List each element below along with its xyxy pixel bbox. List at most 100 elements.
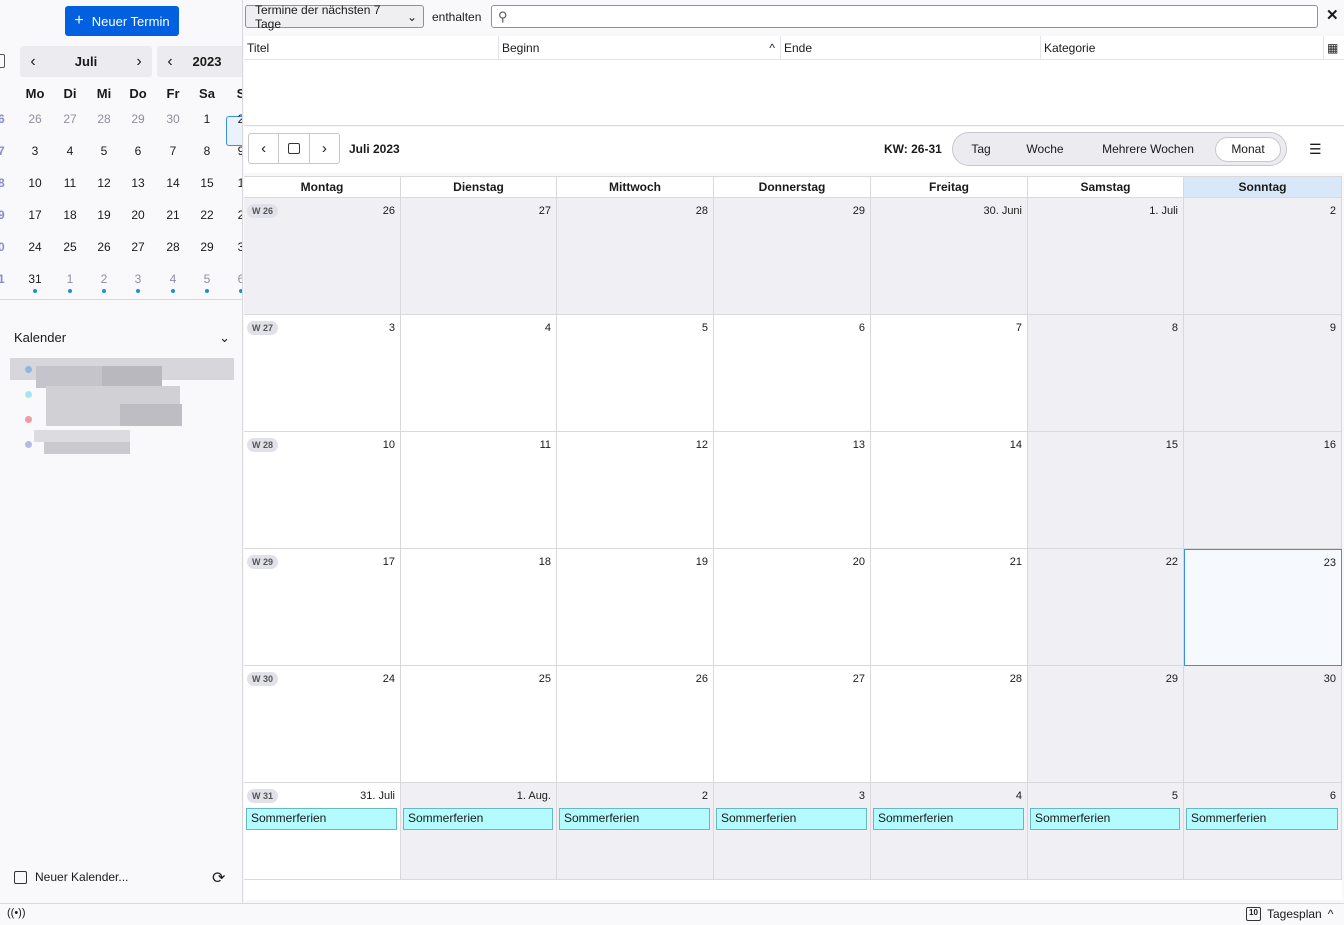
day-cell[interactable]: 21: [871, 549, 1028, 666]
close-icon[interactable]: ✕: [1326, 6, 1339, 24]
column-end[interactable]: Ende: [781, 36, 1041, 60]
day-cell[interactable]: 19: [557, 549, 714, 666]
day-cell[interactable]: 27: [714, 666, 871, 783]
day-cell[interactable]: 8: [1028, 315, 1184, 432]
day-cell[interactable]: 22: [1028, 549, 1184, 666]
event-item[interactable]: Sommerferien: [1186, 808, 1338, 830]
mini-day[interactable]: 27: [121, 240, 155, 254]
next-arrow-icon[interactable]: ›: [308, 134, 339, 163]
new-calendar-button[interactable]: Neuer Kalender...: [14, 870, 128, 884]
mini-day[interactable]: 5: [87, 144, 121, 158]
mini-day[interactable]: 14: [156, 176, 190, 190]
mini-day[interactable]: 13: [121, 176, 155, 190]
today-pane-toggle[interactable]: 10 Tagesplan ^: [1246, 907, 1333, 921]
mini-day[interactable]: 8: [190, 144, 224, 158]
tab-day[interactable]: Tag: [957, 137, 1005, 162]
mini-week-number[interactable]: 6: [0, 112, 8, 126]
day-cell[interactable]: 5: [557, 315, 714, 432]
column-start[interactable]: Beginn ^: [499, 36, 781, 60]
day-cell[interactable]: 20: [714, 549, 871, 666]
day-cell[interactable]: 3 Sommerferien: [714, 783, 871, 880]
mini-day[interactable]: 2: [87, 272, 121, 293]
mini-day[interactable]: 27: [53, 112, 87, 126]
column-category[interactable]: Kategorie: [1041, 36, 1324, 60]
week-number-badge[interactable]: W 29: [247, 555, 279, 569]
event-item[interactable]: Sommerferien: [716, 808, 867, 830]
next-month-arrow-icon[interactable]: ›: [126, 53, 152, 71]
day-cell[interactable]: W 28 10: [244, 432, 401, 549]
mini-day[interactable]: 5: [190, 272, 224, 293]
mini-day[interactable]: 7: [156, 144, 190, 158]
tab-month[interactable]: Monat: [1215, 137, 1281, 162]
event-item[interactable]: Sommerferien: [403, 808, 553, 830]
mini-day[interactable]: 20: [121, 208, 155, 222]
day-cell[interactable]: 6 Sommerferien: [1184, 783, 1342, 880]
mini-day[interactable]: 26: [18, 112, 52, 126]
mini-day[interactable]: 9: [224, 144, 242, 158]
week-number-badge[interactable]: W 28: [247, 438, 279, 452]
previous-arrow-icon[interactable]: ‹: [249, 134, 278, 163]
day-cell[interactable]: 11: [401, 432, 557, 549]
tab-week[interactable]: Woche: [1013, 137, 1077, 162]
day-cell[interactable]: W 27 3: [244, 315, 401, 432]
mini-day[interactable]: 12: [87, 176, 121, 190]
column-picker-icon[interactable]: ▦: [1324, 36, 1344, 60]
column-title[interactable]: Titel: [244, 36, 499, 60]
day-cell[interactable]: W 26 26: [244, 198, 401, 315]
mini-day[interactable]: 1: [190, 112, 224, 126]
mini-day[interactable]: 17: [18, 208, 52, 222]
mini-week-number[interactable]: 8: [0, 176, 8, 190]
mini-day[interactable]: 4: [156, 272, 190, 293]
calendars-section-header[interactable]: Kalender ⌄: [14, 330, 230, 346]
mini-day[interactable]: 3: [18, 144, 52, 158]
tab-multiweek[interactable]: Mehrere Wochen: [1089, 137, 1207, 162]
mini-week-number[interactable]: 0: [0, 240, 8, 254]
day-cell[interactable]: W 29 17: [244, 549, 401, 666]
day-cell[interactable]: 4: [401, 315, 557, 432]
mini-day[interactable]: 21: [156, 208, 190, 222]
week-number-badge[interactable]: W 31: [247, 789, 279, 803]
day-cell[interactable]: 7: [871, 315, 1028, 432]
mini-day[interactable]: 24: [18, 240, 52, 254]
week-number-badge[interactable]: W 30: [247, 672, 279, 686]
day-cell[interactable]: 1. Aug. Sommerferien: [401, 783, 557, 880]
mini-day[interactable]: 30: [156, 112, 190, 126]
mini-day[interactable]: 25: [53, 240, 87, 254]
mini-day[interactable]: 2: [224, 208, 242, 222]
mini-day[interactable]: 11: [53, 176, 87, 190]
view-options-icon[interactable]: ☰: [1309, 141, 1322, 158]
day-cell[interactable]: 6: [714, 315, 871, 432]
day-cell[interactable]: 16: [1184, 432, 1342, 549]
mini-day[interactable]: 19: [87, 208, 121, 222]
sync-icon[interactable]: ⟳: [212, 868, 225, 888]
mini-day[interactable]: 29: [190, 240, 224, 254]
mini-day[interactable]: 1: [53, 272, 87, 293]
day-cell[interactable]: 2 Sommerferien: [557, 783, 714, 880]
chevron-down-icon[interactable]: ⌄: [219, 330, 230, 346]
mini-week-number[interactable]: 1: [0, 272, 8, 286]
day-cell[interactable]: 30. Juni: [871, 198, 1028, 315]
day-cell[interactable]: 29: [1028, 666, 1184, 783]
event-item[interactable]: Sommerferien: [873, 808, 1024, 830]
mini-day[interactable]: 15: [190, 176, 224, 190]
day-cell[interactable]: 25: [401, 666, 557, 783]
day-cell[interactable]: 4 Sommerferien: [871, 783, 1028, 880]
mini-day[interactable]: 4: [53, 144, 87, 158]
prev-year-arrow-icon[interactable]: ‹: [157, 53, 183, 71]
day-cell-today[interactable]: 23: [1184, 549, 1342, 666]
day-cell[interactable]: 1. Juli: [1028, 198, 1184, 315]
mini-day[interactable]: 6: [224, 272, 242, 293]
online-status-icon[interactable]: ((•)): [7, 907, 26, 919]
day-cell[interactable]: W 30 24: [244, 666, 401, 783]
week-number-badge[interactable]: W 26: [247, 204, 279, 218]
day-cell[interactable]: 13: [714, 432, 871, 549]
day-cell[interactable]: 9: [1184, 315, 1342, 432]
mini-day[interactable]: 28: [87, 112, 121, 126]
day-cell[interactable]: 15: [1028, 432, 1184, 549]
event-filter-select[interactable]: Termine der nächsten 7 Tage ⌄: [245, 3, 424, 31]
mini-day[interactable]: 22: [190, 208, 224, 222]
day-cell[interactable]: W 31 31. Juli Sommerferien: [244, 783, 401, 880]
mini-day[interactable]: 2: [224, 112, 242, 126]
mini-week-number[interactable]: 9: [0, 208, 8, 222]
day-cell[interactable]: 2: [1184, 198, 1342, 315]
